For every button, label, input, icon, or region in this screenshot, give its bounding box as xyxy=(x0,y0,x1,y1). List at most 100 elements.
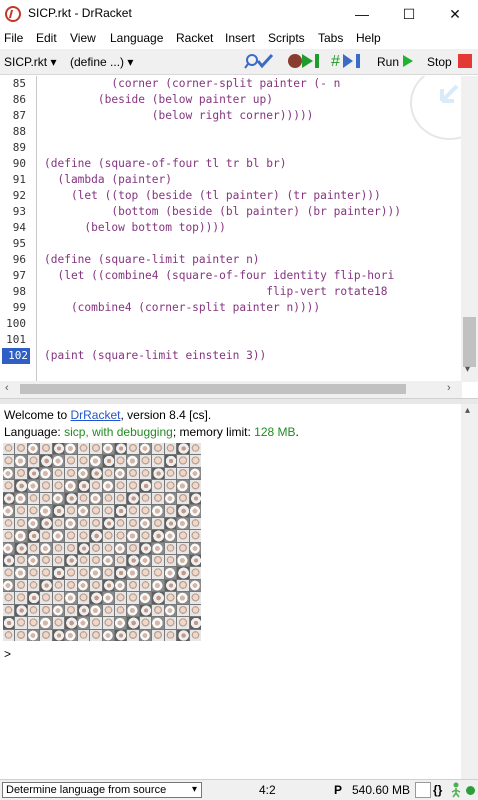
drracket-link[interactable]: DrRacket xyxy=(70,408,120,422)
memory-box[interactable] xyxy=(415,782,431,798)
check-syntax-icon[interactable] xyxy=(244,52,274,70)
repl-prompt[interactable]: > xyxy=(4,647,11,661)
image-tile xyxy=(52,480,65,492)
line-number-gutter: 85 86 87 88 89 90 91 92 93 94 95 96 97 98 99 100 101 102 xyxy=(0,76,37,382)
maximize-button[interactable]: ☐ xyxy=(386,0,432,28)
menu-language[interactable]: Language xyxy=(110,31,163,45)
menu-view[interactable]: View xyxy=(70,31,96,45)
image-tile xyxy=(114,604,127,617)
code-line: (bottom (beside (bl painter) (br painter… xyxy=(44,205,401,218)
image-tile xyxy=(152,517,164,530)
image-tile xyxy=(189,592,201,604)
close-button[interactable]: ✕ xyxy=(432,0,478,28)
menu-file[interactable]: File xyxy=(4,31,23,45)
file-selector[interactable]: SICP.rkt ▾ xyxy=(4,55,57,69)
image-tile xyxy=(114,530,127,542)
editor-vertical-scrollbar[interactable]: ▾ xyxy=(461,76,478,382)
image-tile xyxy=(164,542,177,554)
image-tile xyxy=(90,579,102,592)
minimize-button[interactable]: — xyxy=(339,0,385,28)
image-tile xyxy=(152,604,164,617)
macro-stepper-icon[interactable]: # xyxy=(330,52,368,70)
editor-scroll-thumb[interactable] xyxy=(463,317,476,367)
title-bar: SICP.rkt - DrRacket — ☐ ✕ xyxy=(0,0,478,28)
image-tile xyxy=(114,629,127,641)
menu-help[interactable]: Help xyxy=(356,31,381,45)
status-bar: Determine language from source ▾ 4:2 P 5… xyxy=(0,779,478,800)
image-tile xyxy=(40,579,52,592)
debug-icon[interactable] xyxy=(287,52,321,70)
image-tile xyxy=(189,604,201,617)
image-tile xyxy=(177,617,189,629)
image-tile xyxy=(102,480,114,492)
image-tile xyxy=(177,542,189,554)
image-tile xyxy=(177,567,189,579)
image-tile xyxy=(189,467,201,480)
image-tile xyxy=(102,492,114,505)
image-tile xyxy=(152,629,164,641)
repl-vertical-scrollbar[interactable]: ▴ xyxy=(461,404,478,779)
window-title: SICP.rkt - DrRacket xyxy=(28,6,132,20)
scroll-up-icon[interactable]: ▴ xyxy=(465,405,470,416)
menu-insert[interactable]: Insert xyxy=(225,31,255,45)
run-icon[interactable] xyxy=(402,54,414,68)
image-tile xyxy=(189,455,201,467)
image-tile xyxy=(52,542,65,554)
menu-tabs[interactable]: Tabs xyxy=(318,31,343,45)
image-tile xyxy=(15,517,27,530)
editor-horizontal-scrollbar[interactable]: ‹ › xyxy=(0,381,462,398)
image-tile xyxy=(27,592,40,604)
image-tile xyxy=(3,579,15,592)
image-tile xyxy=(189,617,201,629)
image-tile xyxy=(102,530,114,542)
image-tile xyxy=(65,604,77,617)
image-tile xyxy=(40,592,52,604)
definitions-editor[interactable]: 85 86 87 88 89 90 91 92 93 94 95 96 97 98 99 100 101 102 … xyxy=(0,76,478,382)
menu-edit[interactable]: Edit xyxy=(36,31,57,45)
line-number: 93 xyxy=(12,205,26,218)
code-line: (beside (below painter up) xyxy=(44,93,274,106)
image-tile xyxy=(77,592,90,604)
image-tile xyxy=(3,604,15,617)
image-tile xyxy=(27,617,40,629)
image-tile xyxy=(164,554,177,567)
drracket-logo-icon xyxy=(5,6,21,22)
image-tile xyxy=(152,443,164,455)
menu-scripts[interactable]: Scripts xyxy=(268,31,305,45)
image-tile xyxy=(40,617,52,629)
image-tile xyxy=(3,542,15,554)
editing-mode: P xyxy=(334,783,343,797)
scroll-down-icon[interactable]: ▾ xyxy=(465,364,470,375)
image-tile xyxy=(65,517,77,530)
image-tile xyxy=(77,629,90,641)
image-tile xyxy=(152,617,164,629)
image-tile xyxy=(139,579,152,592)
run-button[interactable]: Run xyxy=(377,55,399,69)
image-tile xyxy=(40,467,52,480)
image-tile xyxy=(40,443,52,455)
image-tile xyxy=(15,629,27,641)
line-number: 90 xyxy=(12,157,26,170)
image-tile xyxy=(40,542,52,554)
image-tile xyxy=(77,617,90,629)
language-select[interactable]: Determine language from source ▾ xyxy=(2,782,202,798)
image-tile xyxy=(164,480,177,492)
image-tile xyxy=(90,467,102,480)
image-tile xyxy=(127,542,139,554)
scroll-right-icon[interactable]: › xyxy=(447,382,451,394)
stop-button[interactable]: Stop xyxy=(427,55,452,69)
image-tile xyxy=(114,467,127,480)
stop-icon[interactable] xyxy=(458,54,472,68)
image-tile xyxy=(52,443,65,455)
scroll-left-icon[interactable]: ‹ xyxy=(5,382,9,394)
image-tile xyxy=(102,517,114,530)
editor-hscroll-thumb[interactable] xyxy=(20,384,406,394)
image-tile xyxy=(3,554,15,567)
menu-racket[interactable]: Racket xyxy=(176,31,213,45)
image-tile xyxy=(3,592,15,604)
image-tile xyxy=(139,480,152,492)
image-tile xyxy=(177,629,189,641)
image-tile xyxy=(139,517,152,530)
image-tile xyxy=(65,505,77,517)
definitions-selector[interactable]: (define ...) ▾ xyxy=(70,55,133,69)
